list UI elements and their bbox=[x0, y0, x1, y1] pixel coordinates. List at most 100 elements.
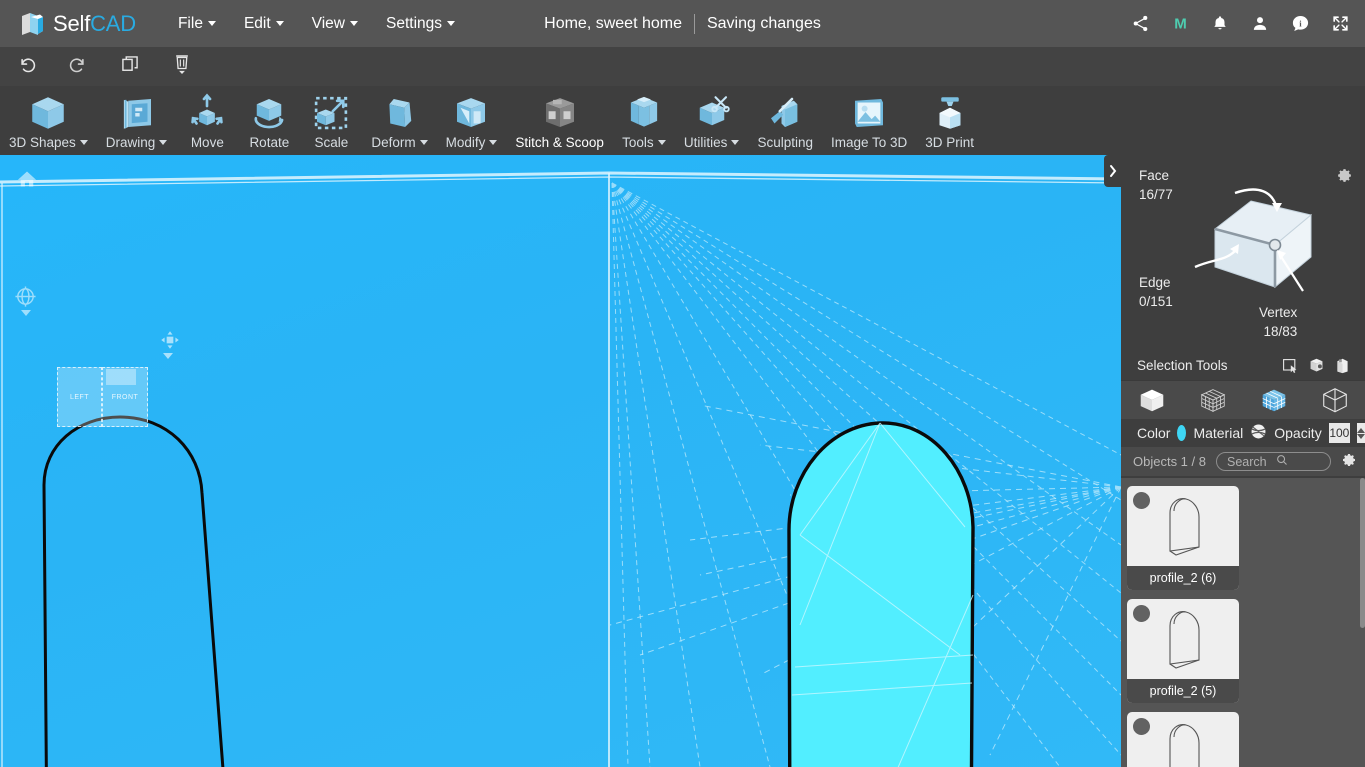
chevron-down-icon bbox=[159, 140, 168, 145]
opacity-input[interactable]: 100 bbox=[1328, 423, 1350, 443]
ribbon-tool-tools[interactable]: Tools bbox=[613, 86, 675, 155]
ribbon-tool-drawing[interactable]: Drawing bbox=[97, 86, 177, 155]
document-title[interactable]: Home, sweet home bbox=[544, 15, 682, 33]
ribbon-tool-sculpting[interactable]: Sculpting bbox=[748, 86, 822, 155]
sphere-material-icon[interactable] bbox=[1250, 423, 1267, 443]
panel-collapse-button[interactable] bbox=[1104, 155, 1121, 187]
solid-wireframe-view-icon[interactable] bbox=[1251, 384, 1297, 417]
face-count-value: 16/77 bbox=[1139, 187, 1173, 202]
3d-print-icon bbox=[929, 92, 971, 134]
menu-item-view[interactable]: View bbox=[298, 9, 372, 39]
ribbon-tool-utilities[interactable]: Utilities bbox=[675, 86, 749, 155]
chevron-down-icon bbox=[489, 140, 498, 145]
undo-button[interactable] bbox=[0, 47, 52, 86]
solid-view-icon[interactable] bbox=[1129, 384, 1175, 417]
stepper-up-icon[interactable] bbox=[1357, 427, 1365, 433]
3d-viewport[interactable]: LEFT FRONT Y Z bbox=[0, 155, 1121, 767]
menu-item-file[interactable]: File bbox=[164, 9, 230, 39]
copy-button[interactable] bbox=[104, 47, 156, 86]
menu-item-edit[interactable]: Edit bbox=[230, 9, 298, 39]
objects-count-label: Objects 1 / 8 bbox=[1133, 454, 1206, 469]
ribbon-tool-drawing-label: Drawing bbox=[106, 135, 168, 150]
ribbon-label-text: Rotate bbox=[249, 135, 290, 150]
menu-item-settings[interactable]: Settings bbox=[372, 9, 469, 39]
objects-grid[interactable]: profile_2 (6) profile_2 (5) bbox=[1121, 478, 1365, 767]
box-select-icon[interactable] bbox=[1303, 355, 1329, 377]
transparent-view-icon[interactable] bbox=[1312, 384, 1358, 417]
ribbon-tool-tools-label: Tools bbox=[622, 135, 666, 150]
object-card[interactable]: profile_2 (6) bbox=[1127, 486, 1239, 590]
mailchimp-m-icon[interactable]: M bbox=[1169, 13, 1191, 35]
notifications-bell-icon[interactable] bbox=[1209, 13, 1231, 35]
search-icon[interactable] bbox=[1276, 454, 1325, 469]
view-cube-nav-icon[interactable] bbox=[160, 330, 180, 355]
ribbon-tool-image-to-3d[interactable]: Image To 3D bbox=[822, 86, 916, 155]
undo-icon bbox=[16, 54, 37, 80]
title-divider bbox=[693, 13, 695, 34]
view-cube-left-face[interactable]: LEFT bbox=[57, 367, 102, 427]
chevron-down-icon bbox=[447, 21, 456, 26]
app-logo[interactable]: SelfCAD bbox=[18, 10, 136, 38]
view-cube-top-highlight[interactable] bbox=[106, 369, 136, 385]
menu-item-view-label: View bbox=[311, 14, 345, 32]
ribbon-label-text: 3D Shapes bbox=[9, 135, 76, 150]
lasso-select-icon[interactable] bbox=[1329, 355, 1355, 377]
objects-scrollbar-thumb[interactable] bbox=[1360, 478, 1365, 628]
main-menu: File Edit View Settings bbox=[164, 9, 469, 39]
ribbon-tool-3d-print[interactable]: 3D Print bbox=[916, 86, 983, 155]
menu-item-file-label: File bbox=[177, 14, 203, 32]
utilities-scissors-icon bbox=[691, 92, 733, 134]
top-menu-bar: SelfCAD File Edit View Settings Home, sw… bbox=[0, 0, 1365, 47]
ribbon-label-text: Stitch & Scoop bbox=[515, 135, 604, 150]
ribbon-tool-move-label: Move bbox=[191, 135, 224, 150]
object-card[interactable]: profile_2 (4) bbox=[1127, 712, 1239, 767]
ribbon-tool-modify[interactable]: Modify bbox=[437, 86, 507, 155]
share-icon[interactable] bbox=[1129, 13, 1151, 35]
orbit-globe-icon[interactable] bbox=[14, 285, 37, 313]
mesh-selection-info: Face 16/77 Edge 0/151 Vertex 18/83 bbox=[1121, 155, 1365, 351]
opacity-stepper[interactable] bbox=[1357, 423, 1365, 443]
edge-count-value: 0/151 bbox=[1139, 294, 1173, 309]
object-name: profile_2 (6) bbox=[1127, 566, 1239, 590]
wireframe-view-icon[interactable] bbox=[1190, 384, 1236, 417]
redo-button[interactable] bbox=[52, 47, 104, 86]
ribbon-label-text: Scale bbox=[314, 135, 349, 150]
object-name: profile_2 (5) bbox=[1127, 679, 1239, 703]
ribbon-tool-rotate[interactable]: Rotate bbox=[238, 86, 300, 155]
chevron-down-icon bbox=[419, 140, 428, 145]
view-cube-left-label: LEFT bbox=[69, 393, 90, 401]
ribbon-tool-scale[interactable]: Scale bbox=[300, 86, 362, 155]
object-card[interactable]: profile_2 (5) bbox=[1127, 599, 1239, 703]
search-input[interactable]: Search bbox=[1215, 452, 1331, 471]
logo-cad: CAD bbox=[90, 10, 136, 36]
view-cube-dropdown-caret-icon[interactable] bbox=[163, 353, 173, 359]
save-status-text: Saving changes bbox=[706, 14, 821, 32]
edge-label-text: Edge bbox=[1139, 275, 1171, 290]
ribbon-tool-sculpting-label: Sculpting bbox=[757, 135, 813, 150]
info-icon[interactable]: i bbox=[1289, 13, 1311, 35]
objects-settings-gear-icon[interactable] bbox=[1341, 452, 1357, 471]
home-icon[interactable] bbox=[16, 169, 38, 194]
fullscreen-icon[interactable] bbox=[1329, 13, 1351, 35]
rectangle-select-icon[interactable] bbox=[1277, 355, 1303, 377]
orbit-dropdown-caret-icon[interactable] bbox=[21, 310, 31, 316]
ribbon-tool-move[interactable]: Move bbox=[176, 86, 238, 155]
view-mode-row bbox=[1121, 380, 1365, 419]
ribbon-tool-3d-shapes[interactable]: 3D Shapes bbox=[0, 86, 97, 155]
ribbon-tool-deform-label: Deform bbox=[371, 135, 428, 150]
user-account-icon[interactable] bbox=[1249, 13, 1271, 35]
ribbon-tool-stitch-and-scoop[interactable]: Stitch & Scoop bbox=[506, 86, 613, 155]
gear-icon[interactable] bbox=[1336, 167, 1353, 189]
ribbon-tool-deform[interactable]: Deform bbox=[362, 86, 436, 155]
viewport-scene bbox=[0, 171, 1121, 767]
stepper-down-icon[interactable] bbox=[1357, 433, 1365, 439]
face-label-text: Face bbox=[1139, 168, 1170, 183]
ribbon-tool-image-to-3d-label: Image To 3D bbox=[831, 135, 907, 150]
color-swatch[interactable] bbox=[1177, 425, 1187, 441]
search-placeholder: Search bbox=[1226, 454, 1267, 469]
ribbon-label-text: Modify bbox=[445, 135, 486, 150]
objects-scrollbar[interactable] bbox=[1360, 478, 1365, 767]
move-arrows-icon bbox=[186, 92, 228, 134]
delete-button[interactable] bbox=[156, 47, 208, 86]
edit-toolbar bbox=[0, 47, 1365, 86]
